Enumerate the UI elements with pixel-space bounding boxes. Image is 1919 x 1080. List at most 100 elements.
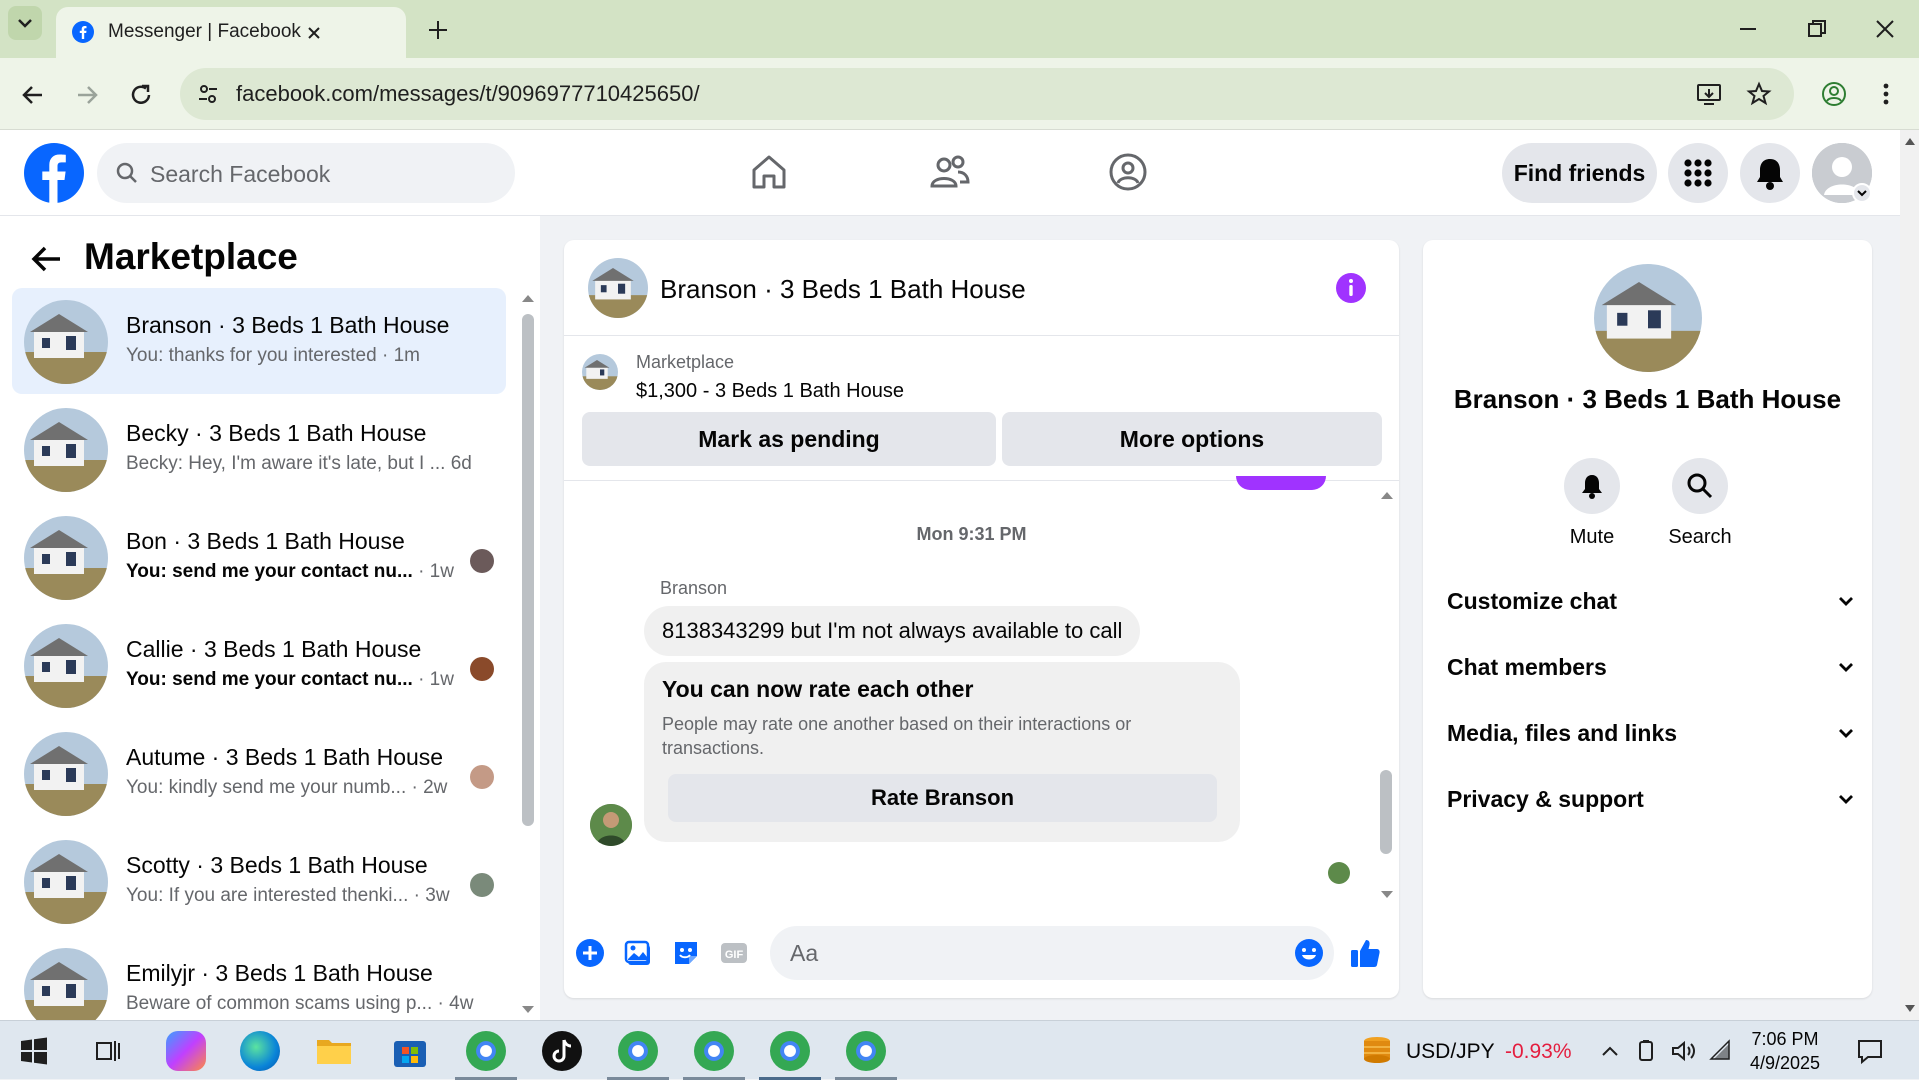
back-arrow-icon[interactable] bbox=[20, 82, 46, 108]
message-placeholder: Aa bbox=[790, 940, 819, 966]
chevron-up-icon[interactable] bbox=[1600, 1041, 1620, 1061]
mute-icon-circle bbox=[1564, 458, 1620, 514]
chrome-profile-icon[interactable] bbox=[770, 1031, 810, 1071]
privacy-support-section[interactable]: Privacy & support bbox=[1447, 780, 1857, 820]
windows-start-icon[interactable] bbox=[20, 1037, 48, 1065]
chat-listing-thumbnail[interactable] bbox=[588, 258, 648, 318]
listing-photo[interactable] bbox=[1594, 264, 1702, 372]
media-files-links-section[interactable]: Media, files and links bbox=[1447, 714, 1857, 754]
minimize-icon[interactable] bbox=[1737, 18, 1759, 40]
search-icon-circle bbox=[1672, 458, 1728, 514]
listing-thumbnail bbox=[24, 840, 108, 924]
restore-icon[interactable] bbox=[1806, 18, 1828, 40]
chrome-profile-icon[interactable] bbox=[694, 1031, 734, 1071]
edge-browser-icon[interactable] bbox=[240, 1031, 280, 1071]
scroll-down-icon[interactable] bbox=[520, 1004, 536, 1016]
back-arrow-icon[interactable] bbox=[30, 244, 64, 274]
new-tab-icon[interactable] bbox=[426, 18, 450, 42]
conversation-item-autume[interactable]: Autume · 3 Beds 1 Bath House You: kindly… bbox=[12, 720, 506, 826]
microsoft-store-icon[interactable] bbox=[390, 1031, 430, 1071]
conversation-name: Scotty · 3 Beds 1 Bath House bbox=[126, 852, 428, 878]
chat-members-section[interactable]: Chat members bbox=[1447, 648, 1857, 688]
install-app-icon[interactable] bbox=[1696, 81, 1722, 107]
scroll-up-icon[interactable] bbox=[1904, 136, 1916, 146]
address-bar[interactable]: facebook.com/messages/t/9096977710425650… bbox=[180, 68, 1794, 120]
avatar-icon bbox=[590, 804, 632, 846]
reload-icon[interactable] bbox=[128, 82, 154, 108]
conversation-item-callie[interactable]: Callie · 3 Beds 1 Bath House You: send m… bbox=[12, 612, 506, 718]
browser-tab-active[interactable]: Messenger | Facebook bbox=[56, 7, 406, 58]
wifi-icon[interactable] bbox=[1708, 1039, 1734, 1063]
preview-text: You: send me your contact nu... bbox=[126, 669, 413, 690]
sender-avatar[interactable] bbox=[590, 804, 632, 846]
chrome-profile-icon[interactable] bbox=[466, 1031, 506, 1071]
notifications-button[interactable] bbox=[1740, 143, 1800, 203]
profile-icon[interactable] bbox=[1820, 80, 1848, 108]
site-info-icon[interactable] bbox=[196, 82, 220, 106]
menu-grid-button[interactable] bbox=[1668, 143, 1728, 203]
listing-title[interactable]: $1,300 - 3 Beds 1 Bath House bbox=[636, 380, 904, 403]
bell-icon bbox=[1582, 475, 1602, 499]
ticker-change[interactable]: -0.93% bbox=[1505, 1040, 1572, 1064]
close-tab-icon[interactable] bbox=[304, 23, 324, 43]
page-scrollbar[interactable] bbox=[1900, 130, 1919, 1020]
facebook-search-input[interactable]: Search Facebook bbox=[97, 143, 515, 203]
thumbs-up-icon[interactable] bbox=[1348, 936, 1382, 970]
bookmark-star-icon[interactable] bbox=[1746, 81, 1772, 107]
mute-button[interactable]: Mute bbox=[1547, 458, 1637, 549]
search-in-conversation-button[interactable]: Search bbox=[1655, 458, 1745, 549]
system-clock[interactable]: 7:06 PM 4/9/2025 bbox=[1750, 1027, 1820, 1075]
account-avatar-button[interactable] bbox=[1812, 143, 1872, 203]
chat-scrollbar[interactable] bbox=[1380, 770, 1392, 854]
conversation-item-branson[interactable]: Branson · 3 Beds 1 Bath House You: thank… bbox=[12, 288, 506, 394]
customize-chat-section[interactable]: Customize chat bbox=[1447, 582, 1857, 622]
house-photo-icon bbox=[1594, 264, 1702, 372]
find-friends-button[interactable]: Find friends bbox=[1502, 143, 1657, 203]
search-placeholder: Search Facebook bbox=[150, 161, 331, 187]
sticker-icon[interactable] bbox=[671, 938, 701, 968]
volume-icon[interactable] bbox=[1670, 1039, 1696, 1063]
plus-circle-icon[interactable] bbox=[575, 938, 605, 968]
file-explorer-icon[interactable] bbox=[314, 1031, 354, 1071]
conversation-item-scotty[interactable]: Scotty · 3 Beds 1 Bath House You: If you… bbox=[12, 828, 506, 934]
home-icon[interactable] bbox=[749, 152, 789, 192]
forward-arrow-icon[interactable] bbox=[74, 82, 100, 108]
ticker-label[interactable]: USD/JPY bbox=[1406, 1040, 1495, 1064]
chrome-profile-icon[interactable] bbox=[618, 1031, 658, 1071]
conversation-item-bon[interactable]: Bon · 3 Beds 1 Bath House You: send me y… bbox=[12, 504, 506, 610]
more-options-button[interactable]: More options bbox=[1002, 412, 1382, 466]
emoji-icon[interactable] bbox=[1294, 938, 1324, 968]
mark-as-pending-button[interactable]: Mark as pending bbox=[582, 412, 996, 466]
message-input[interactable]: Aa bbox=[770, 926, 1334, 980]
photo-icon[interactable] bbox=[623, 938, 653, 968]
task-view-icon[interactable] bbox=[94, 1037, 122, 1065]
clock-date: 4/9/2025 bbox=[1750, 1053, 1821, 1073]
close-window-icon[interactable] bbox=[1874, 18, 1896, 40]
tiktok-logo-icon bbox=[552, 1039, 572, 1063]
info-icon[interactable] bbox=[1335, 272, 1367, 304]
incoming-message-bubble[interactable]: 8138343299 but I'm not always available … bbox=[644, 606, 1141, 656]
copilot-icon[interactable] bbox=[166, 1031, 206, 1071]
chat-title[interactable]: Branson · 3 Beds 1 Bath House bbox=[660, 274, 1026, 305]
scroll-up-icon[interactable] bbox=[1380, 490, 1394, 500]
groups-icon[interactable] bbox=[1108, 152, 1148, 192]
tiktok-icon[interactable] bbox=[542, 1031, 582, 1071]
conversation-name: Emilyjr · 3 Beds 1 Bath House bbox=[126, 960, 433, 986]
tab-search-button[interactable] bbox=[8, 6, 42, 40]
battery-icon[interactable] bbox=[1634, 1039, 1658, 1063]
currency-coins-icon[interactable] bbox=[1360, 1033, 1394, 1067]
conversation-item-becky[interactable]: Becky · 3 Beds 1 Bath House Becky: Hey, … bbox=[12, 396, 506, 502]
conversation-list-scrollbar[interactable] bbox=[522, 314, 534, 826]
browser-menu-icon[interactable] bbox=[1876, 80, 1896, 108]
scroll-up-icon[interactable] bbox=[520, 292, 536, 304]
rate-branson-button[interactable]: Rate Branson bbox=[668, 774, 1217, 822]
chevron-down-icon bbox=[1839, 729, 1853, 738]
gif-icon[interactable]: GIF bbox=[719, 938, 749, 968]
listing-thumbnail bbox=[24, 300, 108, 384]
scroll-down-icon[interactable] bbox=[1380, 890, 1394, 900]
facebook-logo-icon[interactable] bbox=[24, 143, 84, 203]
friends-icon[interactable] bbox=[928, 152, 970, 192]
scroll-down-icon[interactable] bbox=[1904, 1004, 1916, 1014]
notification-center-icon[interactable] bbox=[1856, 1037, 1884, 1065]
chrome-profile-icon[interactable] bbox=[846, 1031, 886, 1071]
